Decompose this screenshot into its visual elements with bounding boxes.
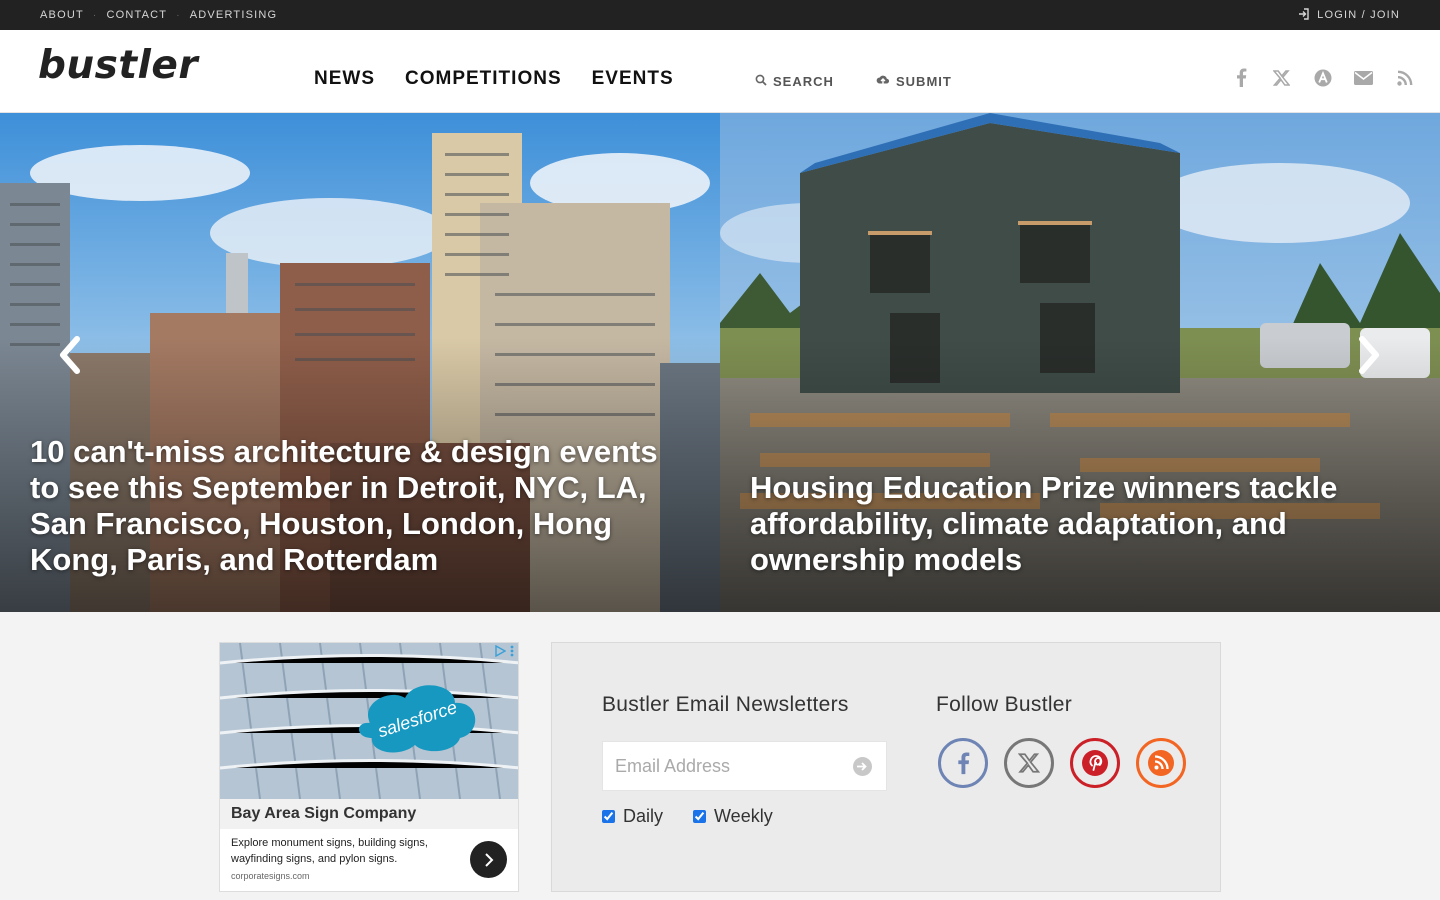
- submit-label: SUBMIT: [896, 74, 952, 89]
- login-label: LOGIN / JOIN: [1317, 9, 1400, 21]
- chevron-right-icon: [1359, 336, 1379, 374]
- hero-slide-title: 10 can't-miss architecture & design even…: [30, 434, 658, 577]
- search-icon: [755, 74, 767, 89]
- weekly-option[interactable]: Weekly: [693, 806, 773, 827]
- nav-competitions[interactable]: COMPETITIONS: [405, 68, 562, 90]
- hero-slide-housing-prize[interactable]: Housing Education Prize winners tackle a…: [720, 113, 1440, 612]
- newsletter-options: Daily Weekly: [602, 806, 773, 827]
- nav-events[interactable]: EVENTS: [592, 68, 674, 90]
- follow-title: Follow Bustler: [936, 693, 1073, 716]
- search-button[interactable]: SEARCH: [755, 74, 834, 89]
- hero-slide-detroit[interactable]: 10 can't-miss architecture & design even…: [0, 113, 720, 612]
- weekly-label: Weekly: [714, 806, 773, 826]
- newsletter-follow-panel: Bustler Email Newsletters Daily Weekly F…: [551, 642, 1221, 892]
- pinterest-icon: [1082, 750, 1108, 776]
- follow-rss-button[interactable]: [1136, 738, 1186, 788]
- follow-x-button[interactable]: [1004, 738, 1054, 788]
- ad-image-building: salesforce: [220, 643, 518, 799]
- rss-icon[interactable]: [1395, 68, 1414, 87]
- ad-company: Bay Area Sign Company: [220, 799, 518, 829]
- header-social-links: [1231, 68, 1414, 87]
- arrow-right-icon: [857, 762, 867, 771]
- facebook-icon[interactable]: [1231, 68, 1250, 87]
- newsletter-title: Bustler Email Newsletters: [602, 693, 849, 716]
- adchoices-icon: [495, 645, 506, 657]
- daily-option[interactable]: Daily: [602, 806, 663, 827]
- submit-button[interactable]: SUBMIT: [876, 74, 952, 89]
- hero-carousel: 10 can't-miss architecture & design even…: [0, 113, 1440, 612]
- ad-go-button[interactable]: [470, 841, 507, 878]
- more-options-icon: [510, 645, 514, 657]
- ad-domain: corporatesigns.com: [231, 871, 310, 881]
- email-field[interactable]: [603, 742, 843, 790]
- carousel-next-arrow[interactable]: [1354, 333, 1384, 377]
- about-link[interactable]: ABOUT: [40, 9, 84, 21]
- ad-description: Explore monument signs, building signs, …: [231, 837, 428, 865]
- chevron-right-icon: [484, 852, 493, 867]
- top-links: ABOUT · CONTACT · ADVERTISING: [40, 0, 277, 30]
- facebook-icon: [958, 752, 970, 775]
- weekly-checkbox[interactable]: [693, 810, 707, 823]
- email-field-wrapper: [602, 741, 887, 791]
- follow-pinterest-button[interactable]: [1070, 738, 1120, 788]
- hero-slide-title: Housing Education Prize winners tackle a…: [750, 470, 1338, 577]
- site-logo[interactable]: bustler: [38, 46, 198, 85]
- daily-label: Daily: [623, 806, 664, 826]
- search-label: SEARCH: [773, 74, 834, 89]
- email-submit-button[interactable]: [853, 757, 872, 776]
- envelope-icon[interactable]: [1354, 68, 1373, 87]
- rss-icon: [1148, 750, 1174, 776]
- site-header: bustler NEWS COMPETITIONS EVENTS SEARCH …: [0, 30, 1440, 113]
- login-join-link[interactable]: LOGIN / JOIN: [1298, 0, 1400, 30]
- advertising-link[interactable]: ADVERTISING: [190, 9, 278, 21]
- ad-choices[interactable]: [494, 645, 514, 657]
- contact-link[interactable]: CONTACT: [106, 9, 167, 21]
- x-icon[interactable]: [1272, 68, 1291, 87]
- archinect-icon[interactable]: [1313, 68, 1332, 87]
- main-nav: NEWS COMPETITIONS EVENTS: [314, 68, 674, 90]
- follow-links: [938, 738, 1186, 788]
- top-bar: ABOUT · CONTACT · ADVERTISING LOGIN / JO…: [0, 0, 1440, 30]
- upload-cloud-icon: [876, 74, 890, 89]
- carousel-prev-arrow[interactable]: [55, 333, 85, 377]
- x-icon: [1018, 753, 1040, 773]
- separator: ·: [176, 9, 181, 21]
- sign-in-icon: [1298, 7, 1310, 23]
- daily-checkbox[interactable]: [602, 810, 615, 823]
- nav-news[interactable]: NEWS: [314, 68, 375, 90]
- chevron-left-icon: [60, 336, 80, 374]
- display-ad[interactable]: salesforce Bay Area Sign Company Explore…: [219, 642, 519, 892]
- separator: ·: [92, 9, 98, 21]
- follow-facebook-button[interactable]: [938, 738, 988, 788]
